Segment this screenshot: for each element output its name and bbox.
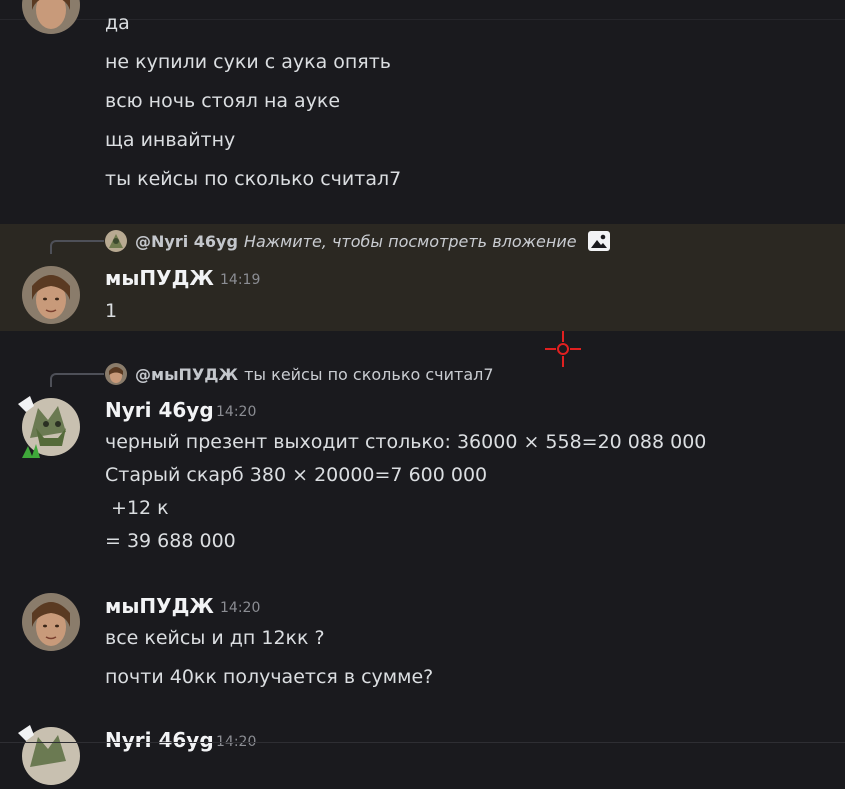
reply-spine-icon — [50, 240, 104, 254]
message-line: почти 40кк получается в сумме? — [105, 666, 434, 688]
reply-text[interactable]: ты кейсы по сколько считал7 — [244, 365, 493, 384]
reply-author[interactable]: @мыПУДЖ — [135, 365, 238, 384]
message-line: ты кейсы по сколько считал7 — [105, 168, 402, 190]
reply-avatar-nyri — [105, 230, 127, 252]
message-line: Старый скарб 380 × 20000=7 600 000 — [105, 464, 488, 486]
message-author[interactable]: мыПУДЖ — [105, 266, 214, 290]
reply-spine-icon — [50, 373, 104, 387]
avatar-mypudzh-top[interactable] — [22, 0, 80, 34]
message-timestamp: 14:19 — [220, 272, 261, 288]
message-line: черный презент выходит столько: 36000 × … — [105, 431, 707, 453]
message-timestamp: 14:20 — [220, 600, 261, 616]
crosshair-cursor-icon — [545, 331, 581, 367]
message-line: не купили суки с аука опять — [105, 51, 392, 73]
message-line: все кейсы и дп 12кк ? — [105, 627, 325, 649]
message-timestamp: 14:20 — [216, 404, 257, 420]
avatar-nyri[interactable] — [18, 725, 80, 785]
message-line: 1 — [105, 300, 118, 322]
reply-preview[interactable]: @мыПУДЖ ты кейсы по сколько считал7 — [105, 362, 494, 386]
bottom-divider — [0, 742, 845, 743]
reply-text[interactable]: Нажмите, чтобы посмотреть вложение — [244, 232, 577, 251]
message-author[interactable]: Nyri 46yg — [105, 728, 214, 752]
message-line: = 39 688 000 — [105, 530, 236, 552]
avatar-nyri[interactable] — [18, 396, 80, 458]
reply-author[interactable]: @Nyri 46yg — [135, 232, 238, 251]
message-author[interactable]: мыПУДЖ — [105, 594, 214, 618]
avatar-mypudzh[interactable] — [22, 593, 80, 651]
message-line: ща инвайтну — [105, 129, 236, 151]
reply-preview[interactable]: @Nyri 46yg Нажмите, чтобы посмотреть вло… — [105, 229, 611, 253]
image-attachment-icon — [587, 230, 611, 252]
message-line: да — [105, 12, 130, 34]
message-line: +12 к — [105, 497, 169, 519]
avatar-mypudzh[interactable] — [22, 266, 80, 324]
reply-avatar-mypudzh — [105, 363, 127, 385]
message-author[interactable]: Nyri 46yg — [105, 398, 214, 422]
message-line: всю ночь стоял на ауке — [105, 90, 341, 112]
